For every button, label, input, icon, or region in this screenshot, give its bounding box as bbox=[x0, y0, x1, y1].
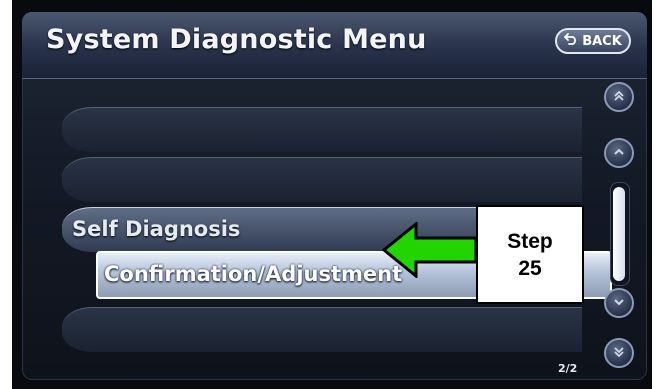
step-callout-line2: 25 bbox=[518, 256, 542, 280]
page-title: System Diagnostic Menu bbox=[46, 24, 427, 55]
menu-row-empty bbox=[62, 307, 582, 352]
display-bezel: System Diagnostic Menu BACK Self Diagnos… bbox=[12, 0, 652, 389]
chevron-down-icon bbox=[612, 294, 626, 313]
scroll-bottom-button[interactable] bbox=[604, 338, 634, 368]
scroll-thumb[interactable] bbox=[613, 187, 625, 281]
step-callout-line1: Step bbox=[507, 229, 553, 253]
double-chevron-up-icon bbox=[612, 88, 626, 107]
page-indicator: 2/2 bbox=[558, 362, 578, 375]
menu-item-label: Confirmation/Adjustment bbox=[104, 262, 403, 286]
scroll-track[interactable] bbox=[610, 182, 630, 286]
header-bar: System Diagnostic Menu BACK bbox=[22, 12, 647, 79]
scroll-down-button[interactable] bbox=[604, 288, 634, 318]
menu-row-empty bbox=[62, 157, 582, 202]
back-button[interactable]: BACK bbox=[555, 28, 631, 54]
arrow-shape bbox=[382, 222, 478, 278]
green-arrow-icon bbox=[382, 222, 478, 278]
menu-item-label: Self Diagnosis bbox=[72, 217, 241, 241]
step-callout: Step 25 bbox=[476, 205, 584, 304]
scrollbar[interactable] bbox=[600, 82, 640, 372]
nav-screen: System Diagnostic Menu BACK Self Diagnos… bbox=[22, 12, 647, 380]
return-arrow-icon bbox=[564, 33, 578, 49]
back-button-label: BACK bbox=[582, 33, 622, 49]
scroll-top-button[interactable] bbox=[604, 82, 634, 112]
menu-row-empty bbox=[62, 107, 582, 152]
scroll-up-button[interactable] bbox=[604, 138, 634, 168]
chevron-up-icon bbox=[612, 144, 626, 163]
double-chevron-down-icon bbox=[612, 344, 626, 363]
